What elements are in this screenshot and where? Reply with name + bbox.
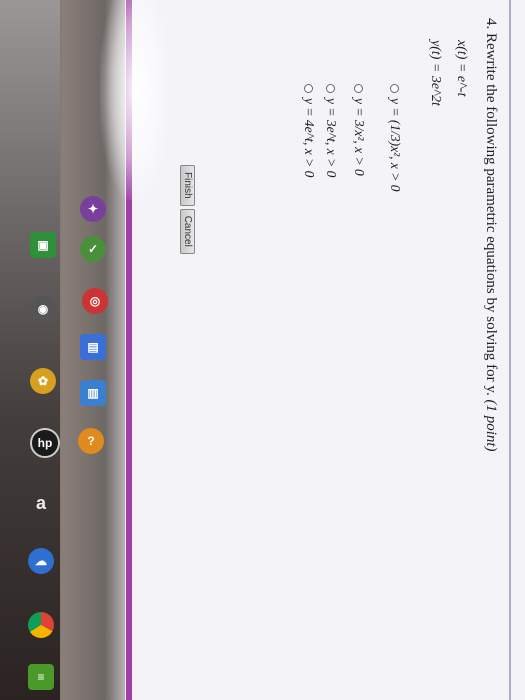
question-prompt: Rewrite the following parametric equatio… (483, 33, 499, 396)
radio-button[interactable] (354, 84, 364, 93)
option-label: y = 3/x², x > 0 (352, 98, 367, 176)
cancel-button[interactable]: Cancel (180, 208, 195, 254)
equation-x: x(t) = e^-t (454, 40, 469, 97)
monitor-bezel (0, 0, 60, 700)
finish-button[interactable]: Finish (180, 165, 195, 206)
quiz-page: 4. Rewrite the following parametric equa… (125, 0, 525, 700)
radio-button[interactable] (390, 84, 400, 93)
help-icon[interactable]: ? (78, 428, 104, 454)
action-buttons: Finish Cancel (180, 165, 195, 254)
top-divider (509, 0, 511, 700)
folder-icon[interactable]: ▥ (80, 380, 106, 406)
photos-app-icon[interactable]: ▤ (80, 334, 106, 360)
menu-icon[interactable]: ≡ (28, 664, 54, 690)
option-label: y = 3e^t, x > 0 (324, 98, 339, 178)
radio-button[interactable] (304, 84, 314, 93)
settings-icon[interactable]: ◎ (82, 288, 108, 314)
option-d[interactable]: y = 4e^t, x > 0 (301, 84, 317, 177)
game-icon[interactable]: ✦ (80, 196, 106, 222)
hp-icon[interactable]: hp (30, 428, 60, 458)
amazon-icon[interactable]: a (28, 490, 54, 516)
windows-store-icon[interactable]: ▣ (30, 232, 56, 258)
option-a[interactable]: y = (1/3)x², x > 0 (387, 84, 403, 192)
option-b[interactable]: y = 3/x², x > 0 (351, 84, 367, 176)
option-label: y = (1/3)x², x > 0 (388, 98, 403, 192)
screen: 4. Rewrite the following parametric equa… (125, 0, 525, 700)
radio-button[interactable] (326, 84, 336, 93)
equation-y: y(t) = 3e^2t (428, 40, 443, 106)
option-label: y = 4e^t, x > 0 (302, 98, 317, 178)
checklist-icon[interactable]: ✓ (80, 236, 106, 262)
question-number: 4. (483, 18, 499, 30)
photos-icon[interactable]: ◉ (30, 296, 56, 322)
question-points: (1 point) (483, 399, 499, 452)
chrome-icon[interactable] (28, 612, 54, 638)
puzzle-icon[interactable]: ✿ (30, 368, 56, 394)
option-c[interactable]: y = 3e^t, x > 0 (323, 84, 339, 177)
question-text: 4. Rewrite the following parametric equa… (482, 18, 499, 452)
onedrive-icon[interactable]: ☁ (28, 548, 54, 574)
light-glare (100, 0, 170, 200)
photo-scene: 4. Rewrite the following parametric equa… (0, 0, 525, 700)
